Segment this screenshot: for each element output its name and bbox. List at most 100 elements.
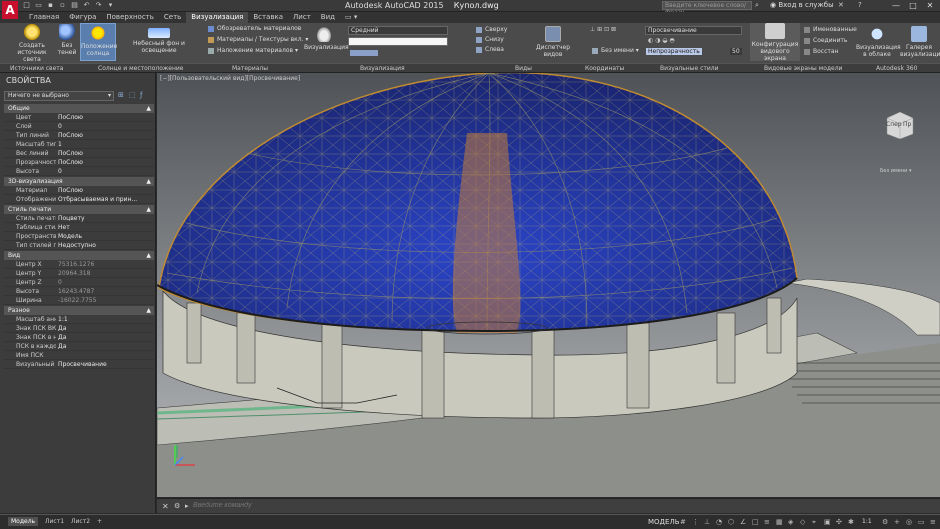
join-viewports-button[interactable]: Соединить — [804, 37, 847, 45]
hardware-acceleration-icon[interactable]: ▭ — [918, 518, 927, 526]
panel-label-model-viewports[interactable]: Видовые экраны модели — [764, 64, 842, 73]
viewport-controls-label[interactable]: [−][Пользовательский вид][Просвечивание] — [160, 75, 300, 82]
tab-layout2[interactable]: Лист2 — [68, 517, 93, 526]
properties-section-header[interactable]: Общие ▲ — [4, 104, 154, 113]
selection-select[interactable]: Ничего не выбрано ▾ — [4, 91, 114, 101]
dynamic-ucs-icon[interactable]: ⌖ — [812, 518, 821, 526]
wrench-icon[interactable]: ⚙ — [174, 502, 180, 510]
named-viewports-button[interactable]: Именованные — [804, 26, 857, 34]
wcs-menu[interactable]: Без имени ▾ — [880, 168, 911, 174]
property-row[interactable]: Масштаб типа л...1 — [4, 140, 154, 149]
close-command-icon[interactable]: ✕ — [162, 502, 169, 511]
save-as-icon[interactable]: ▫ — [58, 1, 67, 10]
properties-section-header[interactable]: Вид ▲ — [4, 251, 154, 260]
tab-2[interactable]: Поверхность — [101, 12, 158, 23]
panel-label-materials[interactable]: Материалы — [232, 64, 268, 73]
materials-browser-button[interactable]: Обозреватель материалов — [208, 25, 301, 33]
drawing-viewport[interactable]: [−][Пользовательский вид][Просвечивание] — [157, 73, 940, 497]
property-value[interactable]: ПоСлою — [56, 186, 154, 194]
render-quality-select[interactable]: Средний — [348, 26, 448, 35]
annotation-visibility-icon[interactable]: ✱ — [848, 518, 857, 526]
materials-textures-button[interactable]: Материалы / Текстуры вкл. ▾ — [208, 36, 308, 44]
viewport-config-button[interactable]: Конфигурация видового экрана — [750, 23, 800, 62]
3d-osnap-icon[interactable]: ◇ — [800, 518, 809, 526]
property-row[interactable]: Центр X 75316.1276 — [4, 260, 154, 269]
property-row[interactable]: Имя ПСК — [4, 351, 154, 360]
property-row[interactable]: Стиль печати Поцвету — [4, 214, 154, 223]
create-light-button[interactable]: Создать источник света — [12, 24, 52, 63]
property-value[interactable]: Модель — [56, 232, 154, 240]
render-gallery-button[interactable]: Галерея визуализации — [900, 26, 940, 58]
property-value[interactable]: Недоступно — [56, 241, 154, 249]
panel-label-coordinates[interactable]: Координаты — [585, 64, 624, 73]
minimize-icon[interactable]: — — [888, 0, 904, 11]
properties-section-header[interactable]: Стиль печати ▲ — [4, 205, 154, 214]
no-shadows-button[interactable]: Без теней — [56, 24, 78, 56]
property-row[interactable]: Отображение т...Отбрасываемая и прин... — [4, 195, 154, 204]
collapse-icon[interactable]: ▲ — [146, 205, 151, 214]
select-objects-icon[interactable]: ⬚ — [129, 91, 138, 101]
osnap-icon[interactable]: □ — [752, 518, 761, 526]
property-row[interactable]: ПСК в каждом В...Да — [4, 342, 154, 351]
panel-label-sun[interactable]: Солнце и местоположение — [98, 64, 184, 73]
redo-icon[interactable]: ↷ — [94, 1, 103, 10]
workspace-gear-icon[interactable]: ⚙ — [882, 518, 891, 526]
isolate-objects-icon[interactable]: ◎ — [906, 518, 915, 526]
collapse-icon[interactable]: ▲ — [146, 104, 151, 113]
apply-materials-button[interactable]: Наложение материалов ▾ — [208, 47, 298, 55]
annotation-scale[interactable]: 1:1 — [862, 518, 872, 525]
render-output-field[interactable] — [348, 37, 448, 46]
ucs-icons[interactable]: ⊥ ⊞ ⊡ ⊠ — [590, 26, 642, 34]
transparency-icon[interactable]: ▦ — [776, 518, 785, 526]
print-icon[interactable]: ▤ — [70, 1, 79, 10]
add-layout-button[interactable]: + — [94, 517, 105, 526]
tab-model[interactable]: Модель — [8, 517, 39, 526]
property-value[interactable]: ПоСлою — [56, 158, 154, 166]
render-button[interactable]: Визуализация — [304, 26, 349, 51]
ortho-icon[interactable]: ⊥ — [704, 518, 713, 526]
selection-cycling-icon[interactable]: ◈ — [788, 518, 797, 526]
property-value[interactable]: 0 — [56, 167, 154, 175]
collapse-icon[interactable]: ▲ — [146, 177, 151, 186]
render-cloud-button[interactable]: Визуализация в облаке — [856, 26, 901, 58]
view-left-button[interactable]: Слева — [476, 46, 504, 54]
opacity-value[interactable]: 50 — [730, 48, 742, 55]
property-row[interactable]: Центр Z 0 — [4, 278, 154, 287]
snap-icon[interactable]: ⋮ — [692, 518, 701, 526]
property-value[interactable]: Да — [56, 333, 154, 341]
app-logo[interactable]: A — [2, 1, 18, 19]
new-icon[interactable]: □ — [22, 1, 31, 10]
collapse-icon[interactable]: ▲ — [146, 306, 151, 315]
sun-position-button[interactable]: Положение солнца — [80, 23, 117, 61]
opacity-control[interactable]: Непрозрачность — [646, 48, 702, 56]
render-extra-icon[interactable] — [350, 50, 378, 56]
search-icon[interactable]: ⌕ — [755, 1, 759, 10]
property-value[interactable]: ПоСлою — [56, 131, 154, 139]
property-row[interactable]: Слой 0 — [4, 122, 154, 131]
annotation-monitor-icon[interactable]: + — [894, 518, 903, 526]
model-space-label[interactable]: МОДЕЛЬ — [648, 518, 680, 526]
tab-4[interactable]: Визуализация — [186, 12, 249, 23]
customize-icon[interactable]: ≡ — [930, 518, 939, 526]
ribbon-minimize-icon[interactable]: ▭ ▾ — [340, 12, 362, 23]
view-manager-button[interactable]: Диспетчер видов — [534, 26, 572, 58]
workspace-dropdown-icon[interactable]: ▾ — [106, 1, 115, 10]
maximize-icon[interactable]: □ — [905, 0, 921, 11]
property-row[interactable]: Цвет ПоСлою — [4, 113, 154, 122]
view-top-button[interactable]: Сверху — [476, 26, 507, 34]
save-icon[interactable]: ▪ — [46, 1, 55, 10]
quick-select-icon[interactable]: ƒ — [140, 91, 149, 101]
property-row[interactable]: Высота 0 — [4, 167, 154, 176]
help-icon[interactable]: ? — [858, 1, 862, 9]
visual-style-select[interactable]: Просвечивание — [645, 26, 742, 35]
panel-label-autodesk-360[interactable]: Autodesk 360 — [876, 64, 917, 73]
close-icon[interactable]: ✕ — [922, 0, 938, 11]
properties-section-header[interactable]: Разное ▲ — [4, 306, 154, 315]
signin-button[interactable]: ◉ Вход в службы — [770, 1, 834, 9]
property-row[interactable]: Масштаб аннот...1:1 — [4, 315, 154, 324]
undo-icon[interactable]: ↶ — [82, 1, 91, 10]
search-input[interactable]: Введите ключевое слово/фразу — [662, 1, 752, 16]
property-value[interactable]: Просвечивание — [56, 360, 154, 368]
property-row[interactable]: Материал ПоСлою — [4, 186, 154, 195]
collapse-icon[interactable]: ▲ — [146, 251, 151, 260]
